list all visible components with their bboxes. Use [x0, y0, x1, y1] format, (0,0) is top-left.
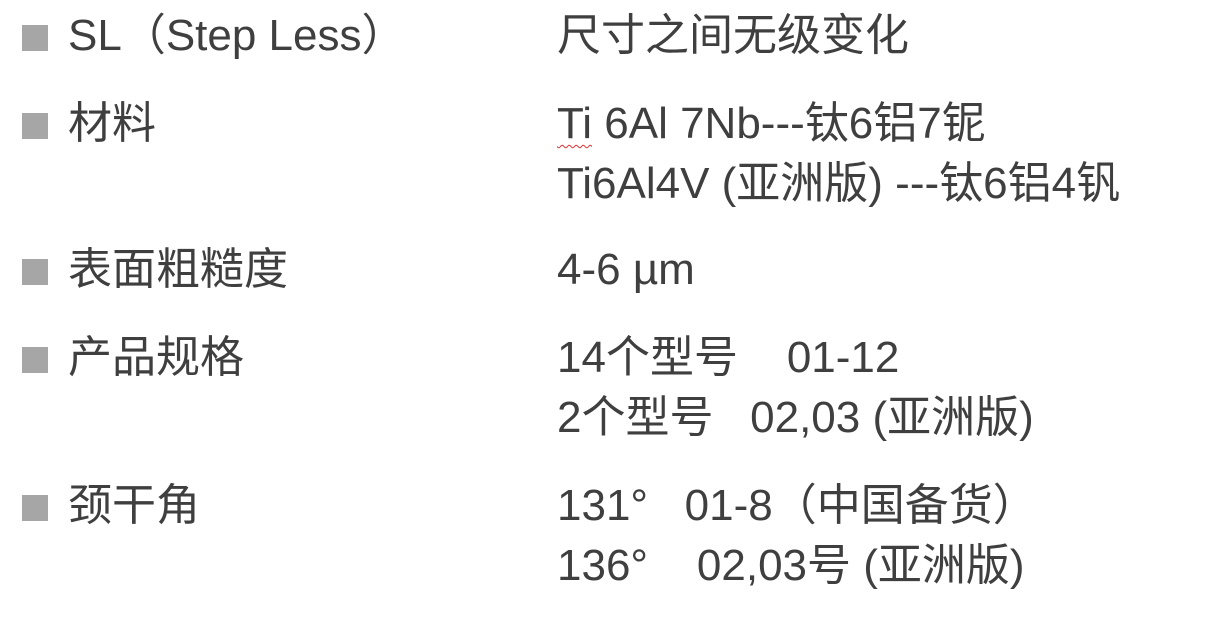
square-bullet-icon: [22, 25, 48, 51]
spec-value-sl: 尺寸之间无级变化: [557, 6, 909, 66]
spec-label-specification: 产品规格: [68, 333, 244, 382]
square-bullet-icon: [22, 347, 48, 373]
spec-label-roughness: 表面粗糙度: [68, 245, 288, 294]
spec-value-line: Ti6Al4V (亚洲版) ---钛6铝4钒: [557, 159, 1121, 208]
spec-value-line: 136° 02,03号 (亚洲版): [557, 541, 1025, 590]
square-bullet-icon: [22, 113, 48, 139]
square-bullet-icon: [22, 495, 48, 521]
spec-value-neck-angle: 131° 01-8（中国备货） 136° 02,03号 (亚洲版): [557, 476, 1037, 596]
spec-value-specification: 14个型号 01-12 2个型号 02,03 (亚洲版): [557, 328, 1034, 448]
spec-label-sl: SL（Step Less）: [68, 11, 406, 60]
spec-value-material: Ti 6Al 7Nb---钛6铝7铌 Ti6Al4V (亚洲版) ---钛6铝4…: [557, 94, 1120, 214]
spec-value-line: 4-6 µm: [557, 245, 695, 294]
spec-list: SL（Step Less） 尺寸之间无级变化 材料 Ti 6Al 7Nb---钛…: [0, 0, 1224, 624]
spec-value-roughness: 4-6 µm: [557, 240, 695, 300]
spellcheck-flagged-word: Ti: [557, 99, 593, 148]
spec-value-line: 131° 01-8（中国备货）: [557, 481, 1037, 530]
spec-value-line: 2个型号 02,03 (亚洲版): [557, 393, 1034, 442]
spec-value-line: Ti 6Al 7Nb---钛6铝7铌: [557, 94, 1120, 154]
square-bullet-icon: [22, 259, 48, 285]
spec-label-material: 材料: [68, 99, 156, 148]
spec-value-line: 尺寸之间无级变化: [557, 11, 909, 60]
spec-value-text: 6Al 7Nb---钛6铝7铌: [592, 99, 986, 148]
spec-label-neck-angle: 颈干角: [68, 481, 200, 530]
spec-value-line: 14个型号 01-12: [557, 333, 900, 382]
